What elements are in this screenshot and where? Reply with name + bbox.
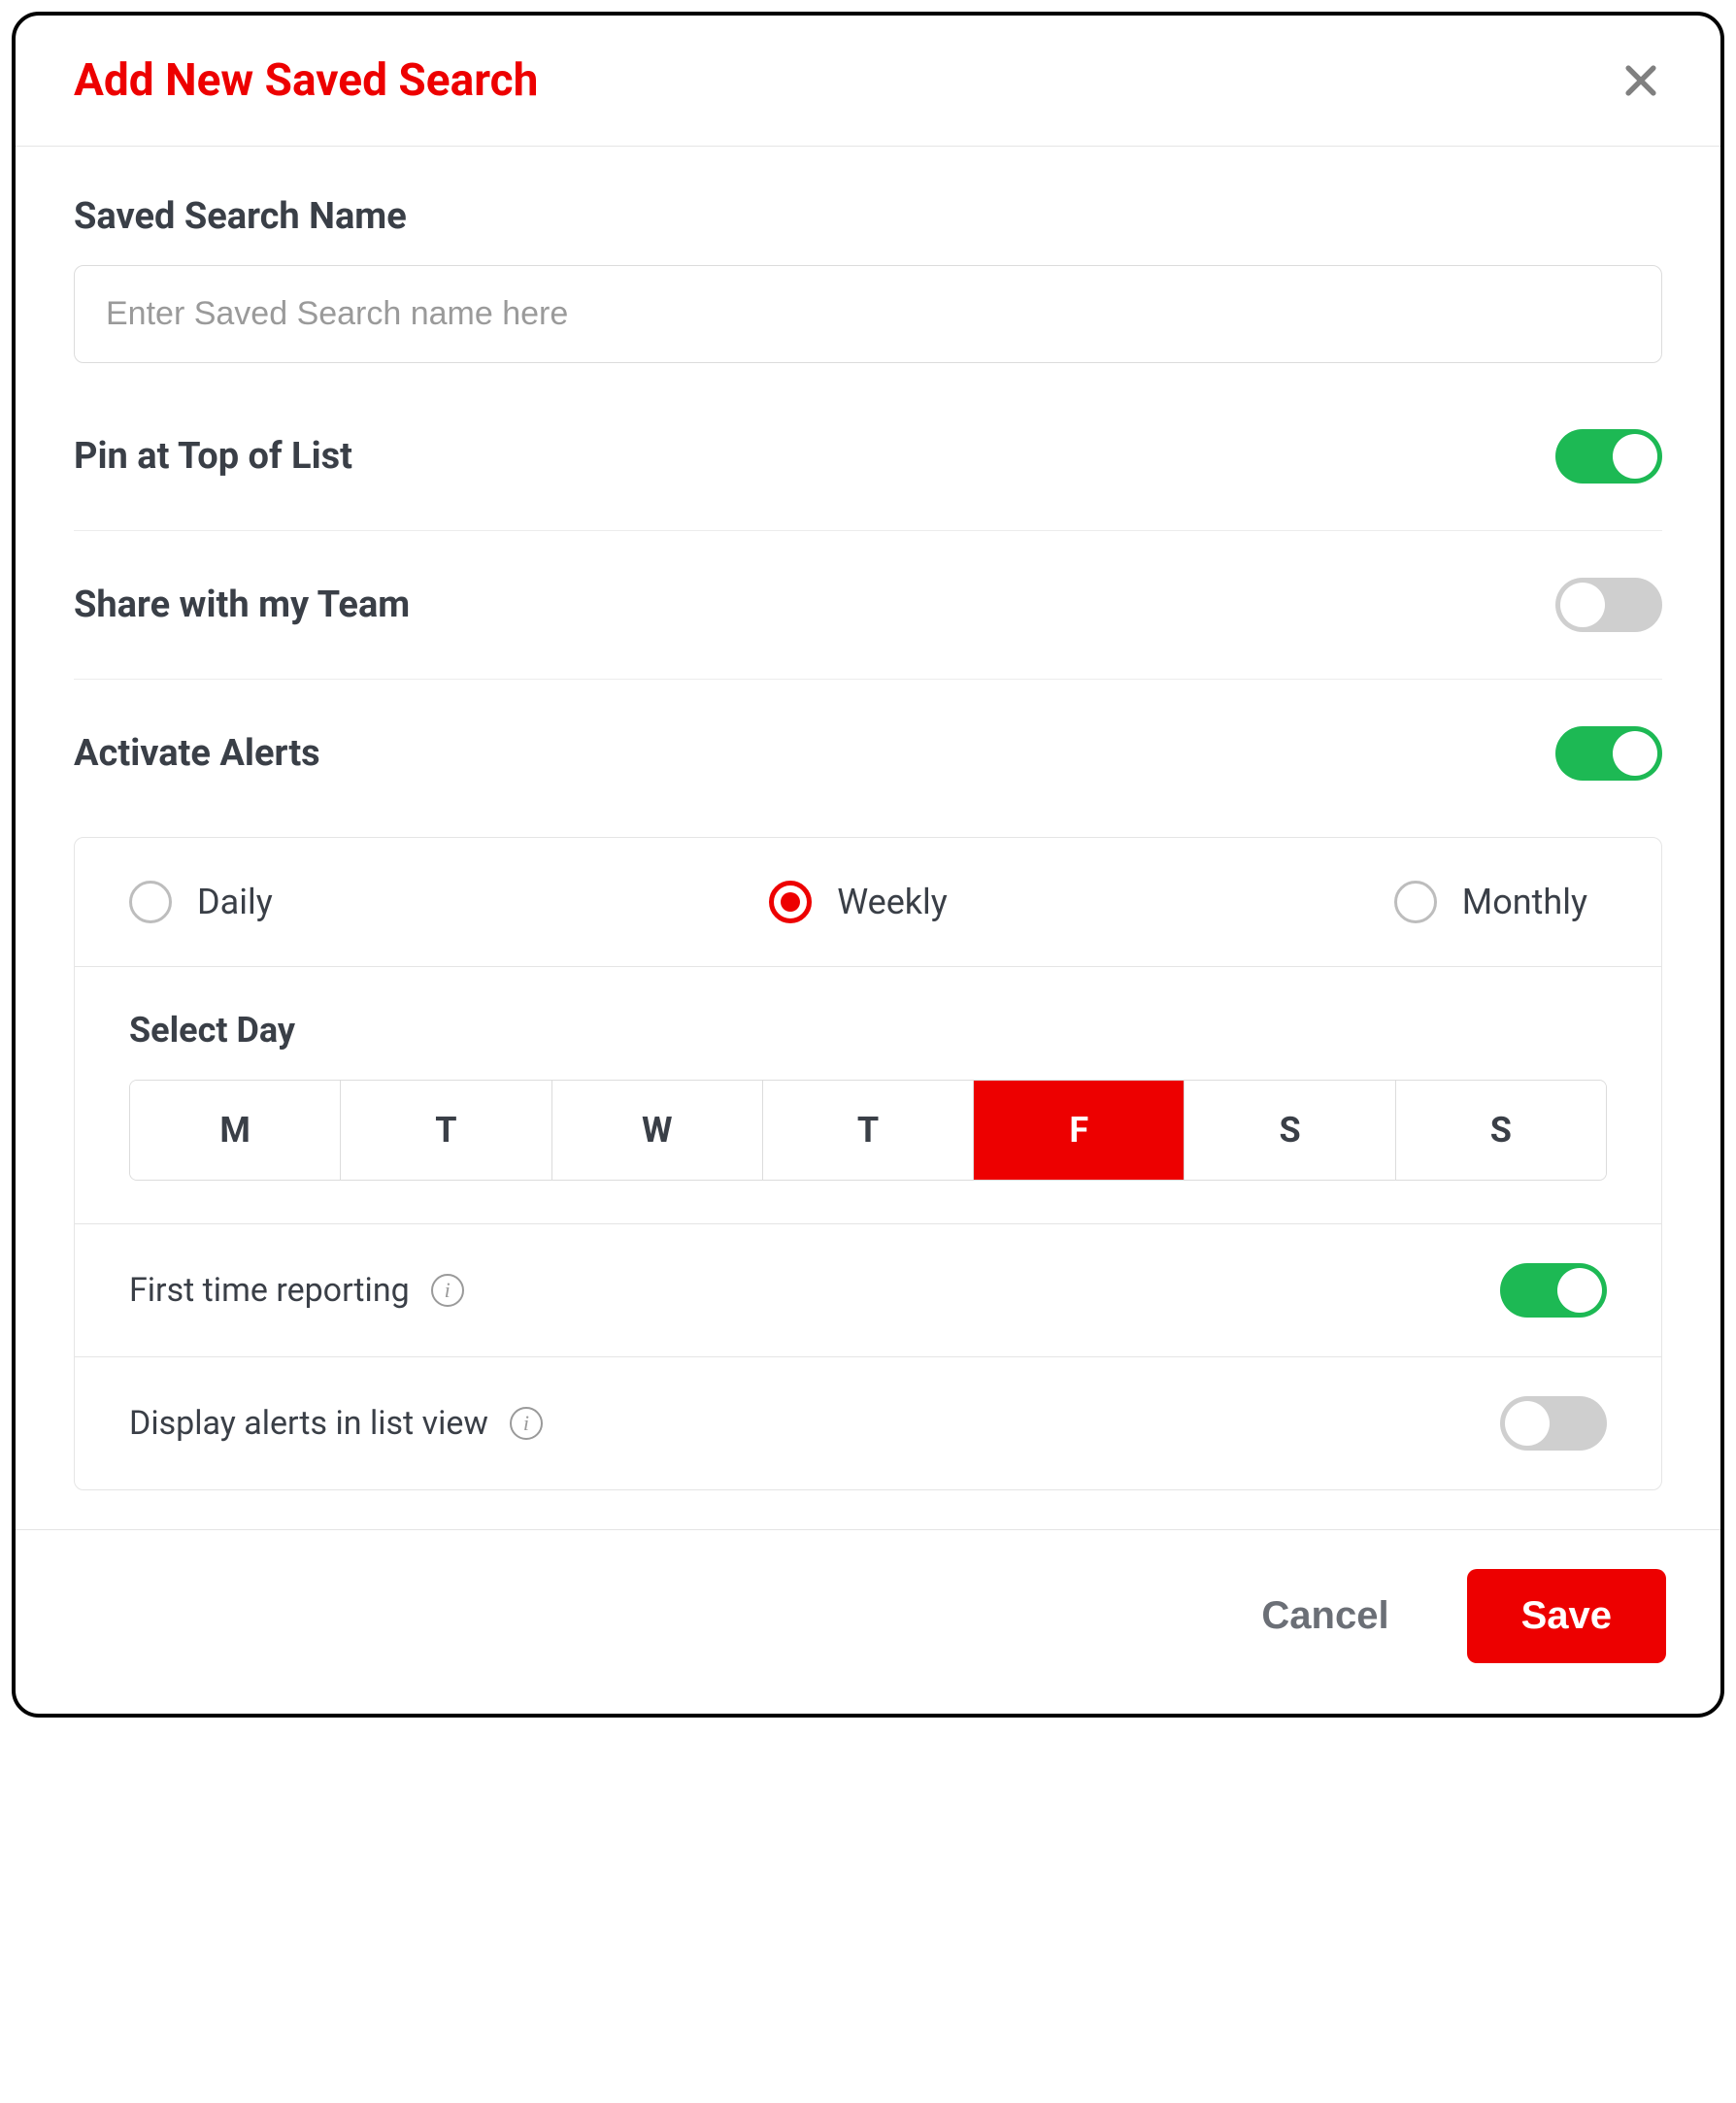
display-list-toggle[interactable]	[1500, 1396, 1607, 1451]
save-button[interactable]: Save	[1467, 1569, 1666, 1663]
day-grid: M T W T F S S	[129, 1080, 1607, 1181]
radio-icon	[129, 881, 172, 923]
day-cell-sun[interactable]: S	[1396, 1081, 1606, 1180]
cancel-button[interactable]: Cancel	[1242, 1585, 1408, 1648]
pin-row: Pin at Top of List	[74, 383, 1662, 531]
share-label: Share with my Team	[74, 584, 410, 626]
info-icon[interactable]: i	[510, 1407, 543, 1440]
toggle-knob-icon	[1560, 583, 1605, 627]
pin-label: Pin at Top of List	[74, 435, 352, 478]
day-cell-wed[interactable]: W	[552, 1081, 763, 1180]
frequency-option-monthly[interactable]: Monthly	[1101, 881, 1607, 923]
radio-icon	[1394, 881, 1437, 923]
toggle-knob-icon	[1613, 434, 1657, 479]
select-day-section: Select Day M T W T F S S	[75, 967, 1661, 1224]
frequency-option-weekly[interactable]: Weekly	[616, 881, 1102, 923]
add-saved-search-modal: Add New Saved Search Saved Search Name P…	[12, 12, 1724, 1718]
alerts-toggle[interactable]	[1555, 726, 1662, 781]
toggle-knob-icon	[1613, 731, 1657, 776]
frequency-label: Weekly	[837, 882, 948, 922]
toggle-knob-icon	[1557, 1268, 1602, 1313]
modal-title: Add New Saved Search	[74, 54, 538, 107]
alerts-label: Activate Alerts	[74, 732, 320, 775]
name-label: Saved Search Name	[74, 195, 1662, 238]
frequency-label: Monthly	[1462, 882, 1587, 922]
day-cell-thu[interactable]: T	[763, 1081, 974, 1180]
modal-footer: Cancel Save	[16, 1529, 1720, 1714]
first-time-row: First time reporting i	[75, 1224, 1661, 1357]
name-section: Saved Search Name	[74, 195, 1662, 363]
toggle-knob-icon	[1505, 1401, 1550, 1446]
modal-header: Add New Saved Search	[16, 16, 1720, 147]
alerts-settings-box: Daily Weekly Monthly Select Day M T W T	[74, 837, 1662, 1490]
share-row: Share with my Team	[74, 531, 1662, 680]
select-day-label: Select Day	[129, 1010, 1607, 1051]
pin-toggle[interactable]	[1555, 429, 1662, 484]
saved-search-name-input[interactable]	[74, 265, 1662, 363]
alerts-row: Activate Alerts	[74, 680, 1662, 827]
frequency-label: Daily	[197, 882, 273, 922]
close-icon	[1619, 59, 1662, 102]
first-time-label-wrap: First time reporting i	[129, 1271, 464, 1310]
day-cell-tue[interactable]: T	[341, 1081, 551, 1180]
display-list-label: Display alerts in list view	[129, 1404, 488, 1443]
frequency-row: Daily Weekly Monthly	[75, 838, 1661, 967]
info-icon[interactable]: i	[431, 1274, 464, 1307]
first-time-label: First time reporting	[129, 1271, 410, 1310]
radio-icon	[769, 881, 812, 923]
close-button[interactable]	[1619, 59, 1662, 102]
display-list-row: Display alerts in list view i	[75, 1357, 1661, 1489]
share-toggle[interactable]	[1555, 578, 1662, 632]
frequency-option-daily[interactable]: Daily	[129, 881, 616, 923]
day-cell-mon[interactable]: M	[130, 1081, 341, 1180]
modal-body: Saved Search Name Pin at Top of List Sha…	[16, 147, 1720, 1529]
first-time-toggle[interactable]	[1500, 1263, 1607, 1318]
day-cell-fri[interactable]: F	[974, 1081, 1185, 1180]
day-cell-sat[interactable]: S	[1185, 1081, 1395, 1180]
display-list-label-wrap: Display alerts in list view i	[129, 1404, 543, 1443]
